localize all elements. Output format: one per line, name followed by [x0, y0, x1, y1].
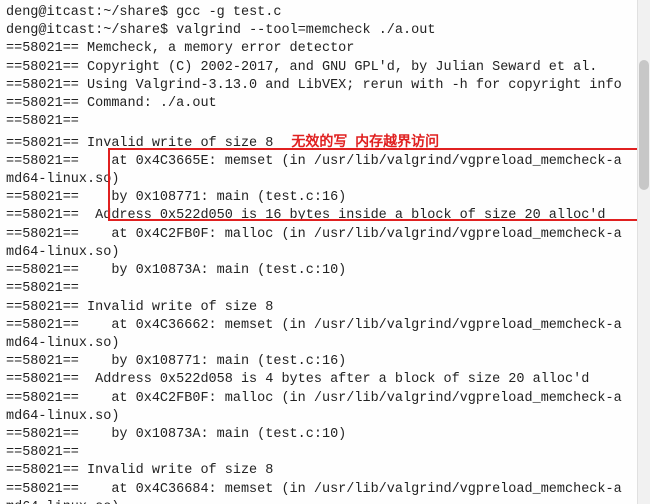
command-gcc: gcc -g test.c — [176, 5, 281, 20]
scroll-thumb[interactable] — [639, 60, 649, 190]
user-host: deng@itcast — [6, 23, 95, 38]
valgrind-frame-wrap: md64-linux.so) — [6, 244, 648, 262]
valgrind-frame: ==58021== at 0x4C36684: memset (in /usr/… — [6, 481, 648, 499]
valgrind-header: ==58021== Memcheck, a memory error detec… — [6, 40, 648, 58]
prompt-sep: $ — [160, 23, 168, 38]
user-host: deng@itcast — [6, 5, 95, 20]
command-valgrind: valgrind --tool=memcheck ./a.out — [176, 23, 435, 38]
valgrind-frame-wrap: md64-linux.so) — [6, 335, 648, 353]
valgrind-header: ==58021== Using Valgrind-3.13.0 and LibV… — [6, 77, 648, 95]
valgrind-blank: ==58021== — [6, 444, 648, 462]
valgrind-header: ==58021== Command: ./a.out — [6, 95, 648, 113]
valgrind-frame: ==58021== by 0x10873A: main (test.c:10) — [6, 262, 648, 280]
valgrind-error-title: ==58021== Invalid write of size 8无效的写 内存… — [6, 132, 648, 153]
terminal-output: deng@itcast:~/share$ gcc -g test.c deng@… — [0, 0, 650, 504]
shell-prompt-line: deng@itcast:~/share$ gcc -g test.c — [6, 4, 648, 22]
scrollbar-vertical[interactable] — [637, 0, 650, 504]
shell-prompt-line: deng@itcast:~/share$ valgrind --tool=mem… — [6, 22, 648, 40]
valgrind-frame: ==58021== at 0x4C36662: memset (in /usr/… — [6, 317, 648, 335]
valgrind-frame-wrap: md64-linux.so) — [6, 408, 648, 426]
valgrind-frame-wrap: md64-linux.so) — [6, 171, 648, 189]
annotation-invalid-write: 无效的写 内存越界访问 — [291, 133, 439, 149]
valgrind-address: ==58021== Address 0x522d050 is 16 bytes … — [6, 207, 648, 225]
valgrind-frame: ==58021== by 0x10873A: main (test.c:10) — [6, 426, 648, 444]
valgrind-frame-wrap: md64-linux.so) — [6, 499, 648, 504]
valgrind-address: ==58021== Address 0x522d058 is 4 bytes a… — [6, 371, 648, 389]
valgrind-frame: ==58021== by 0x108771: main (test.c:16) — [6, 353, 648, 371]
valgrind-blank: ==58021== — [6, 113, 648, 131]
cwd: ~/share — [103, 23, 160, 38]
valgrind-blank: ==58021== — [6, 280, 648, 298]
prompt-sep: $ — [160, 5, 168, 20]
cwd: ~/share — [103, 5, 160, 20]
valgrind-frame: ==58021== at 0x4C3665E: memset (in /usr/… — [6, 153, 648, 171]
valgrind-error-title: ==58021== Invalid write of size 8 — [6, 462, 648, 480]
valgrind-frame: ==58021== by 0x108771: main (test.c:16) — [6, 189, 648, 207]
valgrind-error-title: ==58021== Invalid write of size 8 — [6, 299, 648, 317]
valgrind-frame: ==58021== at 0x4C2FB0F: malloc (in /usr/… — [6, 226, 648, 244]
valgrind-frame: ==58021== at 0x4C2FB0F: malloc (in /usr/… — [6, 390, 648, 408]
valgrind-header: ==58021== Copyright (C) 2002-2017, and G… — [6, 59, 648, 77]
